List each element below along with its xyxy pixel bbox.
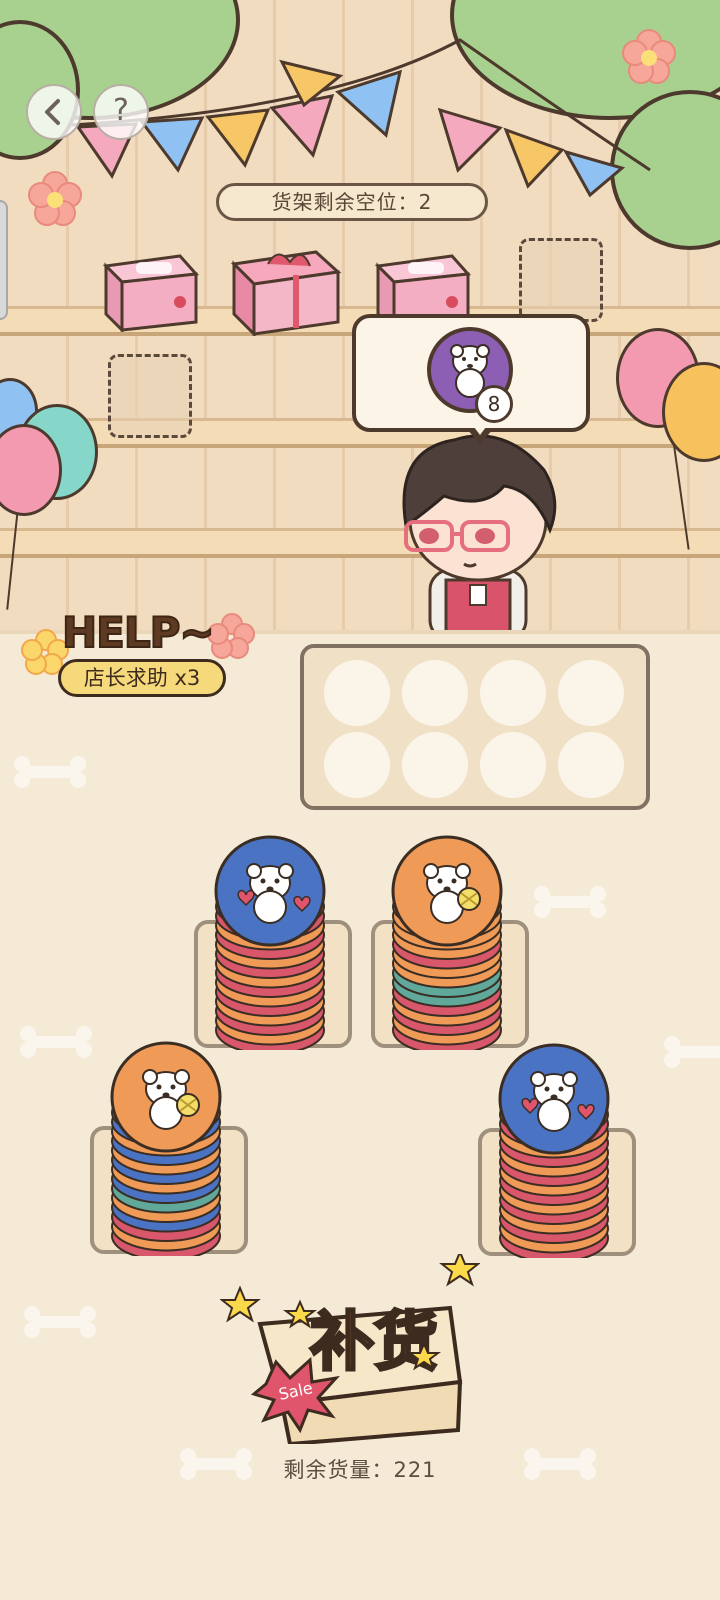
collection-tray [300,644,650,810]
shopkeeper-character [402,434,557,630]
flower-icon [28,171,82,226]
tray-slot [324,660,390,726]
flower-icon [622,29,676,84]
bone-decoration [20,1026,92,1058]
tray-slot [480,732,546,798]
tray-slot [402,732,468,798]
tray-slot [558,732,624,798]
tray-slot [402,660,468,726]
speech-bubble-tail [466,423,494,444]
back-button[interactable] [26,84,82,140]
restock-button[interactable]: Sale 补货 [220,1254,480,1444]
bone-decoration [14,756,86,788]
remaining-stock-label: 剩余货量：221 [283,1458,437,1482]
restock-label: 补货 [310,1306,438,1380]
side-panel-handle[interactable] [0,200,8,320]
shop-scene: 货架剩余空位：2 8 ? [0,0,720,630]
help-title: HELP~ [61,607,216,658]
token-stack-4[interactable] [498,998,618,1258]
empty-shelf-slot [519,238,603,322]
token-stack-2[interactable] [391,790,511,1050]
token-stack-3[interactable] [110,996,230,1256]
bone-decoration [24,1306,96,1338]
shelf-board [0,528,720,558]
chevron-left-icon [45,99,60,125]
tray-slot [558,660,624,726]
gift-box-item[interactable] [100,252,200,332]
tray-slot [324,732,390,798]
gift-box-item[interactable] [228,244,344,336]
token-stack-1[interactable] [214,790,334,1050]
order-count-badge: 8 [475,385,513,423]
bone-decoration [664,1036,720,1068]
empty-shelf-slot [108,354,192,438]
help-button[interactable]: ? [93,84,149,140]
bone-decoration [534,886,606,918]
tray-slot [480,660,546,726]
help-count-pill[interactable]: 店长求助 x3 [58,659,226,697]
shelf-remaining-slots: 货架剩余空位：2 [216,183,488,221]
